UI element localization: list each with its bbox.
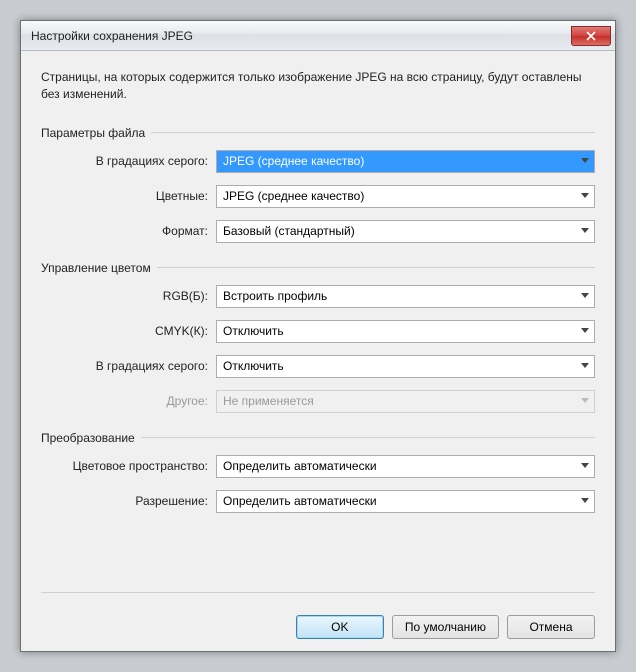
- field-gray: В градациях серого: Отключить: [41, 355, 595, 378]
- group-line: [157, 267, 595, 268]
- jpeg-settings-dialog: Настройки сохранения JPEG Страницы, на к…: [20, 20, 616, 652]
- divider: [41, 592, 595, 593]
- group-header-file: Параметры файла: [41, 126, 595, 140]
- chevron-down-icon: [576, 322, 593, 341]
- group-line: [151, 132, 595, 133]
- defaults-button[interactable]: По умолчанию: [392, 615, 499, 639]
- dropdown-cmyk[interactable]: Отключить: [216, 320, 595, 343]
- label-grayscale: В градациях серого:: [41, 154, 216, 168]
- label-gray: В градациях серого:: [41, 359, 216, 373]
- chevron-down-icon: [576, 357, 593, 376]
- dropdown-grayscale[interactable]: JPEG (среднее качество): [216, 150, 595, 173]
- dropdown-value: Базовый (стандартный): [223, 224, 355, 238]
- dropdown-colorspace[interactable]: Определить автоматически: [216, 455, 595, 478]
- chevron-down-icon: [576, 492, 593, 511]
- field-format: Формат: Базовый (стандартный): [41, 220, 595, 243]
- field-rgb: RGB(Б): Встроить профиль: [41, 285, 595, 308]
- dropdown-gray[interactable]: Отключить: [216, 355, 595, 378]
- chevron-down-icon: [576, 287, 593, 306]
- dropdown-value: Определить автоматически: [223, 459, 377, 473]
- group-line: [141, 437, 595, 438]
- label-format: Формат:: [41, 224, 216, 238]
- group-title: Управление цветом: [41, 261, 157, 275]
- group-header-transform: Преобразование: [41, 431, 595, 445]
- window-title: Настройки сохранения JPEG: [31, 29, 571, 43]
- label-resolution: Разрешение:: [41, 494, 216, 508]
- ok-button[interactable]: OK: [296, 615, 384, 639]
- label-color: Цветные:: [41, 189, 216, 203]
- group-title: Преобразование: [41, 431, 141, 445]
- dialog-content: Страницы, на которых содержится только и…: [21, 51, 615, 651]
- chevron-down-icon: [576, 187, 593, 206]
- button-row: OK По умолчанию Отмена: [41, 605, 595, 639]
- dropdown-other: Не применяется: [216, 390, 595, 413]
- dropdown-rgb[interactable]: Встроить профиль: [216, 285, 595, 308]
- label-cmyk: CMYK(К):: [41, 324, 216, 338]
- label-rgb: RGB(Б):: [41, 289, 216, 303]
- label-colorspace: Цветовое пространство:: [41, 459, 216, 473]
- dropdown-value: Определить автоматически: [223, 494, 377, 508]
- dropdown-value: Отключить: [223, 324, 284, 338]
- chevron-down-icon: [576, 222, 593, 241]
- dropdown-value: JPEG (среднее качество): [223, 154, 364, 168]
- field-cmyk: CMYK(К): Отключить: [41, 320, 595, 343]
- close-button[interactable]: [571, 26, 611, 46]
- field-other: Другое: Не применяется: [41, 390, 595, 413]
- field-colorspace: Цветовое пространство: Определить автома…: [41, 455, 595, 478]
- dropdown-resolution[interactable]: Определить автоматически: [216, 490, 595, 513]
- chevron-down-icon: [576, 152, 593, 171]
- dropdown-color[interactable]: JPEG (среднее качество): [216, 185, 595, 208]
- info-text: Страницы, на которых содержится только и…: [41, 69, 595, 104]
- dropdown-value: JPEG (среднее качество): [223, 189, 364, 203]
- field-resolution: Разрешение: Определить автоматически: [41, 490, 595, 513]
- dropdown-format[interactable]: Базовый (стандартный): [216, 220, 595, 243]
- label-other: Другое:: [41, 394, 216, 408]
- group-title: Параметры файла: [41, 126, 151, 140]
- cancel-button[interactable]: Отмена: [507, 615, 595, 639]
- field-grayscale: В градациях серого: JPEG (среднее качест…: [41, 150, 595, 173]
- dropdown-value: Встроить профиль: [223, 289, 327, 303]
- dropdown-value: Не применяется: [223, 394, 314, 408]
- dropdown-value: Отключить: [223, 359, 284, 373]
- chevron-down-icon: [576, 457, 593, 476]
- chevron-down-icon: [576, 392, 593, 411]
- titlebar[interactable]: Настройки сохранения JPEG: [21, 21, 615, 51]
- field-color: Цветные: JPEG (среднее качество): [41, 185, 595, 208]
- group-header-colormgmt: Управление цветом: [41, 261, 595, 275]
- close-icon: [586, 31, 596, 41]
